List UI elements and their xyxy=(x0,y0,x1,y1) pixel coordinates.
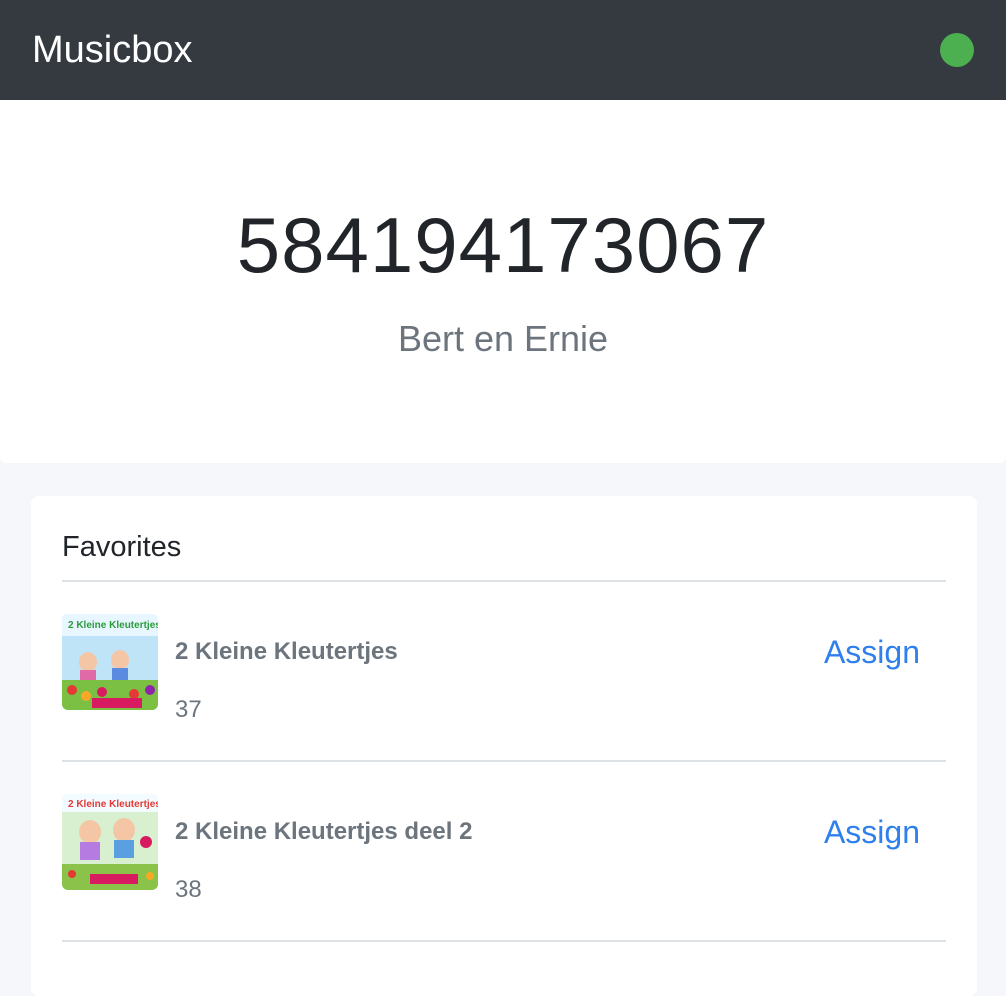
favorite-list-item: 2 Kleine Kleutertjes 2 Kleine Kleutertje… xyxy=(62,582,946,762)
album-cover-image: 2 Kleine Kleutertjes xyxy=(62,794,158,890)
app-brand[interactable]: Musicbox xyxy=(32,29,193,72)
favorite-text: 2 Kleine Kleutertjes deel 2 38 xyxy=(175,818,472,904)
favorites-panel: Favorites 2 Kleine Kleutertjes 2 Kleine … xyxy=(31,496,977,996)
top-navbar: Musicbox xyxy=(0,0,1006,100)
assign-button[interactable]: Assign xyxy=(824,634,920,671)
album-cover-image: 2 Kleine Kleutertjes xyxy=(62,614,158,710)
favorite-title: 2 Kleine Kleutertjes deel 2 xyxy=(175,818,473,845)
favorites-title: Favorites xyxy=(62,496,946,582)
connection-status-indicator xyxy=(940,33,974,67)
assign-button[interactable]: Assign xyxy=(824,814,920,851)
favorite-title: 2 Kleine Kleutertjes xyxy=(175,638,398,665)
svg-text:2 Kleine Kleutertjes: 2 Kleine Kleutertjes xyxy=(68,799,158,810)
card-id: 584194173067 xyxy=(236,201,770,289)
favorite-count: 37 xyxy=(175,696,202,723)
card-name: Bert en Ernie xyxy=(397,318,609,359)
favorite-count: 38 xyxy=(175,876,202,903)
favorite-text: 2 Kleine Kleutertjes 37 xyxy=(175,638,398,724)
svg-text:2 Kleine Kleutertjes: 2 Kleine Kleutertjes xyxy=(68,620,158,631)
favorite-list-item: 2 Kleine Kleutertjes 2 Kleine Kleutertje… xyxy=(62,762,946,942)
card-info-panel: 584194173067 Bert en Ernie xyxy=(0,100,1006,463)
